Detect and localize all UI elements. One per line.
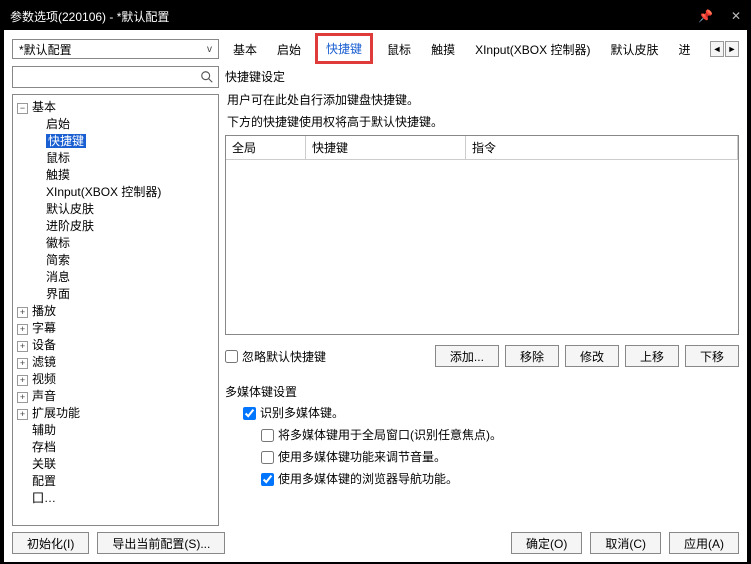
tree-expand-icon[interactable]: + bbox=[17, 341, 28, 352]
ignore-default-label: 忽略默认快捷键 bbox=[242, 348, 326, 365]
tab-scroll-left[interactable]: ◄ bbox=[710, 41, 724, 57]
tree-node-audio[interactable]: 声音 bbox=[32, 389, 56, 403]
ignore-default-check[interactable]: 忽略默认快捷键 bbox=[225, 348, 326, 365]
tree-node-archive[interactable]: 存档 bbox=[32, 440, 56, 454]
profile-combo[interactable]: *默认配置 v bbox=[12, 39, 219, 59]
tree-node-mouse[interactable]: 鼠标 bbox=[46, 151, 70, 165]
profile-combo-value: *默认配置 bbox=[19, 41, 72, 58]
global-media-label: 将多媒体键用于全局窗口(识别任意焦点)。 bbox=[278, 424, 502, 446]
tree-node-device[interactable]: 设备 bbox=[32, 338, 56, 352]
tree-node-basic[interactable]: 基本 bbox=[32, 100, 56, 114]
initialize-button[interactable]: 初始化(I) bbox=[12, 532, 89, 554]
footer: 初始化(I) 导出当前配置(S)... 确定(O) 取消(C) 应用(A) bbox=[12, 532, 739, 554]
titlebar: 参数选项(220106) - *默认配置 📌 ✕ bbox=[2, 2, 749, 30]
tab-touch[interactable]: 触摸 bbox=[425, 39, 461, 60]
search-icon bbox=[200, 70, 214, 84]
tree-node-ui[interactable]: 界面 bbox=[46, 287, 70, 301]
browser-media-checkbox[interactable] bbox=[261, 473, 274, 486]
hotkey-desc-1: 用户可在此处自行添加键盘快捷键。 bbox=[225, 91, 739, 109]
tree-node-video[interactable]: 视频 bbox=[32, 372, 56, 386]
volume-media-checkbox[interactable] bbox=[261, 451, 274, 464]
add-button[interactable]: 添加... bbox=[435, 345, 499, 367]
close-icon[interactable]: ✕ bbox=[731, 9, 741, 23]
tree-expand-icon[interactable]: + bbox=[17, 307, 28, 318]
tree-node-assoc[interactable]: 关联 bbox=[32, 457, 56, 471]
cancel-button[interactable]: 取消(C) bbox=[590, 532, 661, 554]
ok-button[interactable]: 确定(O) bbox=[511, 532, 582, 554]
tree-node-message[interactable]: 消息 bbox=[46, 270, 70, 284]
col-global[interactable]: 全局 bbox=[226, 136, 306, 159]
ignore-default-checkbox[interactable] bbox=[225, 350, 238, 363]
tree-node-search[interactable]: 简索 bbox=[46, 253, 70, 267]
recognize-media-label: 识别多媒体键。 bbox=[260, 402, 344, 424]
pin-icon[interactable]: 📌 bbox=[698, 9, 713, 23]
tree-collapse-icon[interactable]: − bbox=[17, 103, 28, 114]
tree-expand-icon[interactable]: + bbox=[17, 358, 28, 369]
global-media-checkbox[interactable] bbox=[261, 429, 274, 442]
tab-start[interactable]: 启始 bbox=[271, 39, 307, 60]
window-title: 参数选项(220106) - *默认配置 bbox=[10, 8, 698, 25]
window-controls: 📌 ✕ bbox=[698, 9, 741, 23]
modify-button[interactable]: 修改 bbox=[565, 345, 619, 367]
tab-xinput[interactable]: XInput(XBOX 控制器) bbox=[469, 39, 596, 60]
tree-expand-icon[interactable]: + bbox=[17, 375, 28, 386]
col-hotkey[interactable]: 快捷键 bbox=[306, 136, 466, 159]
tree-node-subtitle[interactable]: 字幕 bbox=[32, 321, 56, 335]
recognize-media-check[interactable]: 识别多媒体键。 bbox=[243, 402, 739, 424]
tab-scroll: ◄ ► bbox=[710, 41, 739, 57]
tree-node-advskin[interactable]: 进阶皮肤 bbox=[46, 219, 94, 233]
volume-media-label: 使用多媒体键功能来调节音量。 bbox=[278, 446, 446, 468]
browser-media-label: 使用多媒体键的浏览器导航功能。 bbox=[278, 468, 458, 490]
tree-node-skin[interactable]: 默认皮肤 bbox=[46, 202, 94, 216]
tree-expand-icon[interactable]: + bbox=[17, 409, 28, 420]
export-button[interactable]: 导出当前配置(S)... bbox=[97, 532, 225, 554]
tree-node-hotkeys[interactable]: 快捷键 bbox=[46, 134, 86, 148]
tree-node-start[interactable]: 启始 bbox=[46, 117, 70, 131]
down-button[interactable]: 下移 bbox=[685, 345, 739, 367]
chevron-down-icon: v bbox=[207, 44, 212, 55]
media-key-title: 多媒体键设置 bbox=[225, 381, 739, 402]
tree-node-extension[interactable]: 扩展功能 bbox=[32, 406, 80, 420]
hotkey-table[interactable]: 全局 快捷键 指令 bbox=[225, 135, 739, 335]
volume-media-check[interactable]: 使用多媒体键功能来调节音量。 bbox=[261, 446, 739, 468]
hotkey-desc-2: 下方的快捷键使用权将高于默认快捷键。 bbox=[225, 113, 739, 131]
tab-scroll-right[interactable]: ► bbox=[725, 41, 739, 57]
body: −基本 启始 快捷键 鼠标 触摸 XInput(XBOX 控制器) 默认皮肤 进… bbox=[12, 66, 739, 526]
tree-expand-icon[interactable]: + bbox=[17, 392, 28, 403]
table-body bbox=[226, 160, 738, 334]
tree-node-logo[interactable]: 徽标 bbox=[46, 236, 70, 250]
tree-node-config[interactable]: 配置 bbox=[32, 474, 56, 488]
tree-expand-icon[interactable]: + bbox=[17, 324, 28, 335]
left-pane: −基本 启始 快捷键 鼠标 触摸 XInput(XBOX 控制器) 默认皮肤 进… bbox=[12, 66, 219, 526]
tab-skin[interactable]: 默认皮肤 bbox=[604, 39, 664, 60]
tree-node-playback[interactable]: 播放 bbox=[32, 304, 56, 318]
right-pane: 快捷键设定 用户可在此处自行添加键盘快捷键。 下方的快捷键使用权将高于默认快捷键… bbox=[225, 66, 739, 526]
content-area: *默认配置 v 基本 启始 快捷键 鼠标 触摸 XInput(XBOX 控制器)… bbox=[4, 30, 747, 562]
tab-basic[interactable]: 基本 bbox=[227, 39, 263, 60]
tab-hotkeys[interactable]: 快捷键 bbox=[315, 33, 373, 64]
toolbar-row: *默认配置 v 基本 启始 快捷键 鼠标 触摸 XInput(XBOX 控制器)… bbox=[12, 38, 739, 60]
tree-node-trunc[interactable]: 囗… bbox=[32, 491, 56, 505]
col-command[interactable]: 指令 bbox=[466, 136, 738, 159]
preferences-window: 参数选项(220106) - *默认配置 📌 ✕ *默认配置 v 基本 启始 快… bbox=[0, 0, 751, 564]
remove-button[interactable]: 移除 bbox=[505, 345, 559, 367]
tab-mouse[interactable]: 鼠标 bbox=[381, 39, 417, 60]
tab-bar: 基本 启始 快捷键 鼠标 触摸 XInput(XBOX 控制器) 默认皮肤 进 … bbox=[227, 35, 739, 64]
global-media-check[interactable]: 将多媒体键用于全局窗口(识别任意焦点)。 bbox=[261, 424, 739, 446]
tab-more[interactable]: 进 bbox=[672, 39, 696, 60]
category-tree[interactable]: −基本 启始 快捷键 鼠标 触摸 XInput(XBOX 控制器) 默认皮肤 进… bbox=[12, 94, 219, 526]
tree-node-touch[interactable]: 触摸 bbox=[46, 168, 70, 182]
tree-node-xinput[interactable]: XInput(XBOX 控制器) bbox=[46, 185, 161, 199]
table-header: 全局 快捷键 指令 bbox=[226, 136, 738, 160]
tree-node-helper[interactable]: 辅助 bbox=[32, 423, 56, 437]
group-hotkey-title: 快捷键设定 bbox=[225, 66, 739, 87]
hotkey-actions: 忽略默认快捷键 添加... 移除 修改 上移 下移 bbox=[225, 345, 739, 367]
recognize-media-checkbox[interactable] bbox=[243, 407, 256, 420]
apply-button[interactable]: 应用(A) bbox=[669, 532, 739, 554]
media-key-group: 多媒体键设置 识别多媒体键。 将多媒体键用于全局窗口(识别任意焦点)。 使用多媒… bbox=[225, 381, 739, 490]
up-button[interactable]: 上移 bbox=[625, 345, 679, 367]
search-box[interactable] bbox=[12, 66, 219, 88]
tree-node-filter[interactable]: 滤镜 bbox=[32, 355, 56, 369]
browser-media-check[interactable]: 使用多媒体键的浏览器导航功能。 bbox=[261, 468, 739, 490]
